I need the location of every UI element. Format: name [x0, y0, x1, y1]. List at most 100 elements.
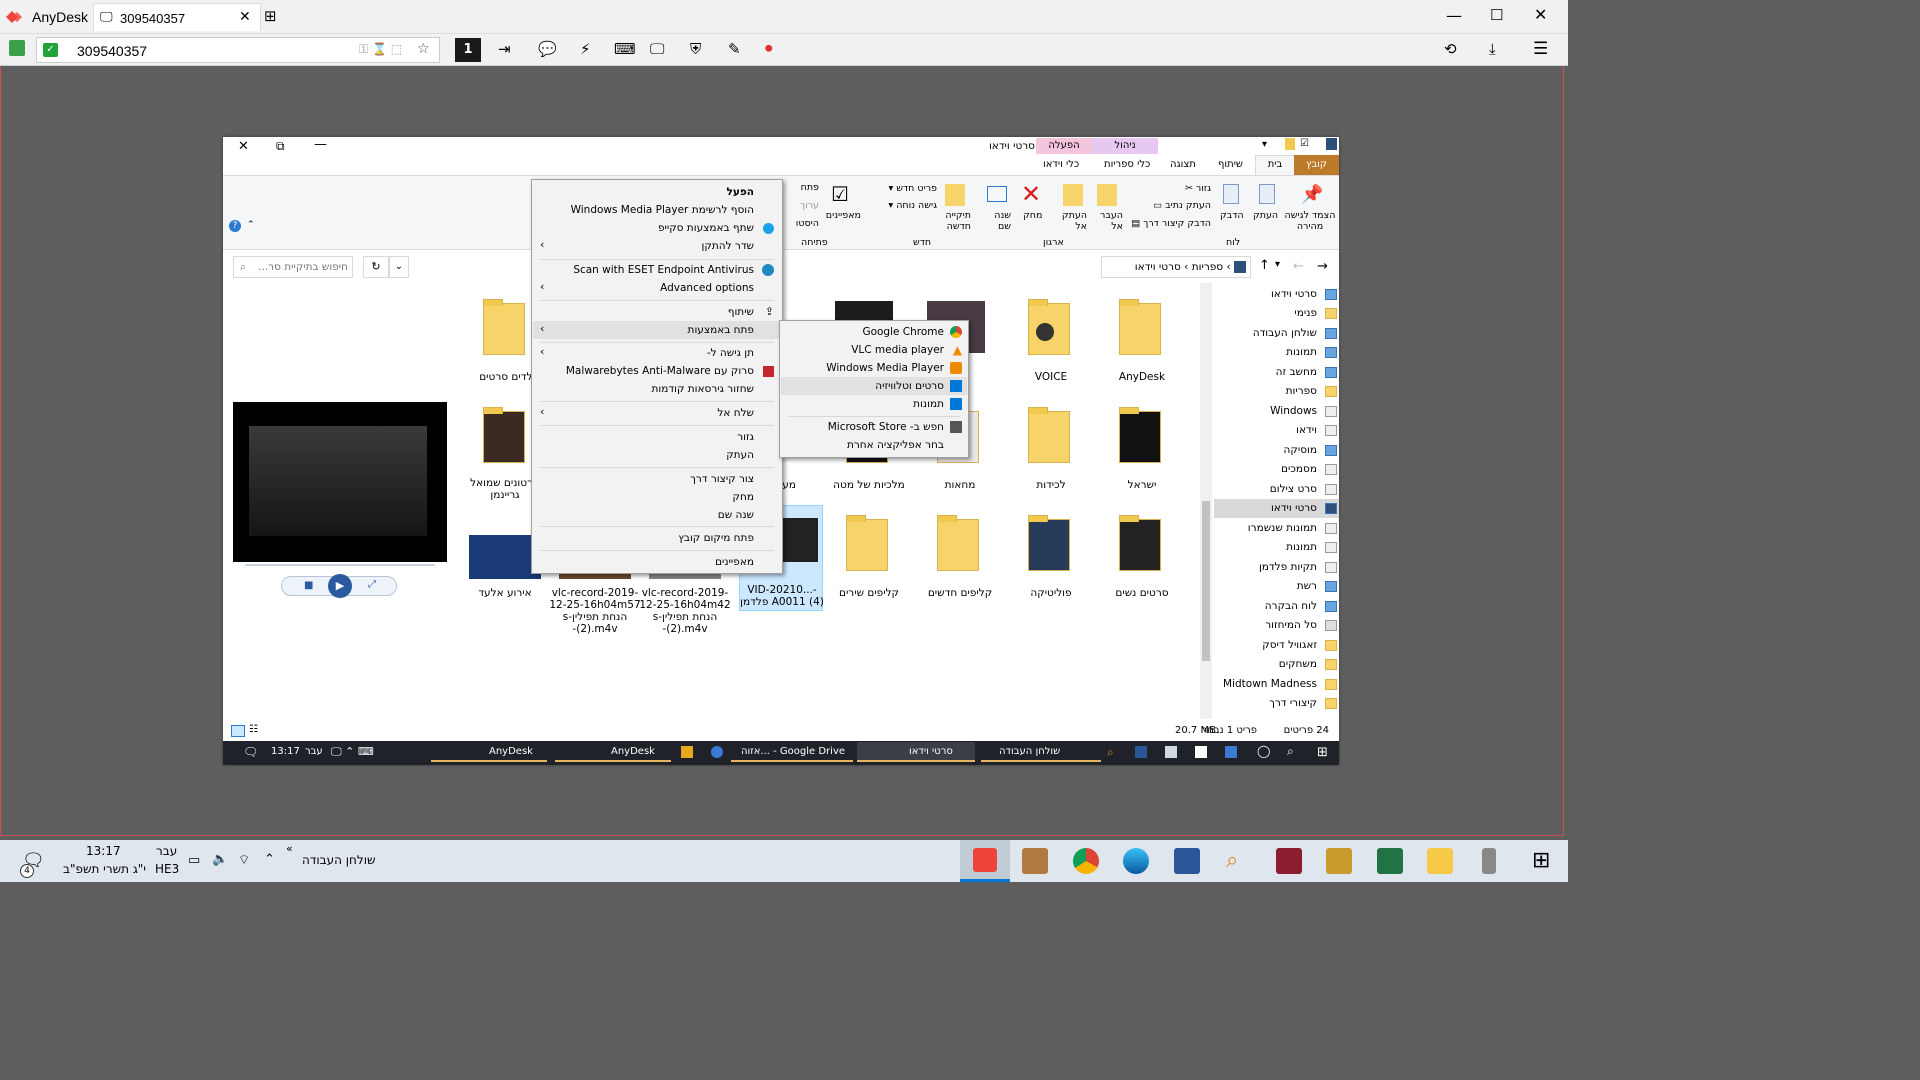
menu-open-file-location[interactable]: פתח מיקום קובץ [678, 529, 754, 547]
recent-icon[interactable]: ▾ [1275, 259, 1280, 270]
show-hidden-icons[interactable]: ⌃ [264, 852, 275, 867]
input-layout[interactable]: HE3 [155, 862, 179, 876]
excel-icon[interactable] [1377, 848, 1403, 874]
nav-item[interactable]: סרט צילום [1214, 480, 1339, 499]
mic-app-icon[interactable] [1482, 848, 1496, 874]
copy-icon[interactable] [1259, 184, 1275, 204]
transfer-icon[interactable]: ⇥ [498, 40, 511, 58]
whiteboard-icon[interactable]: ✎ [728, 40, 741, 58]
properties-icon[interactable]: ☑ [831, 182, 849, 206]
open-with-wmp[interactable]: Windows Media Player [826, 359, 944, 377]
rename-button[interactable]: שנה שם [983, 210, 1011, 232]
seek-bar[interactable] [245, 564, 435, 566]
new-tab-icon[interactable]: ⊞ [264, 7, 277, 25]
maximize-icon[interactable]: ☐ [1490, 6, 1503, 24]
minimize-icon[interactable]: — [314, 137, 327, 152]
nav-item[interactable]: תקיות פלדמן [1214, 558, 1339, 577]
delete-icon[interactable]: ✕ [1021, 180, 1041, 208]
open-with-choose-app[interactable]: בחר אפליקציה אחרת [847, 436, 944, 454]
details-view-icon[interactable] [231, 725, 245, 737]
qat-folder-icon[interactable] [1285, 138, 1295, 150]
open-with-movies-tv[interactable]: סרטים וטלוויזיה [875, 377, 944, 395]
tab-share[interactable]: שיתוף [1218, 159, 1243, 170]
menu-cast-device[interactable]: שדר להתקן [702, 237, 754, 255]
tray-icons[interactable]: 🖵 ⌃ ⌨ [331, 745, 374, 759]
search-icon[interactable]: ⌕ [1287, 744, 1294, 759]
menu-properties[interactable]: מאפיינים [715, 553, 754, 571]
menu-add-wmp-list[interactable]: הוסף לרשימת Windows Media Player [571, 201, 754, 219]
menu-give-access[interactable]: תן גישה ל- [707, 344, 754, 362]
pin-quick-access-button[interactable]: הצמד לגישה מהירה [1281, 210, 1339, 232]
menu-cut[interactable]: גזור [737, 428, 754, 446]
search-input[interactable]: חיפוש בתיקיית סר... ⌕ [233, 256, 353, 278]
cortana-icon[interactable]: ◯ [1257, 744, 1270, 758]
nav-item[interactable]: קיצורי דרך [1214, 694, 1339, 713]
copy-path-button[interactable]: העתק נתיב ▭ [1123, 200, 1211, 211]
actions-icon[interactable]: ⚡ [580, 40, 591, 58]
close-tab-icon[interactable]: ✕ [239, 9, 251, 25]
play-icon[interactable]: ▶ [328, 574, 352, 598]
easy-access-button[interactable]: גישה נוחה ▾ [871, 200, 937, 211]
open-with-photos[interactable]: תמונות [913, 395, 944, 413]
close-icon[interactable]: ✕ [238, 139, 249, 154]
player-icon[interactable] [681, 746, 693, 758]
copy-to-icon[interactable] [1063, 184, 1083, 206]
menu-create-shortcut[interactable]: צור קיצור דרך [690, 470, 754, 488]
new-item-button[interactable]: פריט חדש ▾ [871, 183, 937, 194]
breadcrumb-videos[interactable]: סרטי וידאו [1135, 261, 1181, 273]
restore-icon[interactable]: ⧉ [276, 139, 285, 154]
open-with-chrome[interactable]: Google Chrome [862, 323, 944, 341]
nav-item[interactable]: מסמכים [1214, 460, 1339, 479]
desktop-toolbar-label[interactable]: שולחן העבודה [302, 853, 375, 867]
input-lang[interactable]: עבר [156, 844, 177, 858]
qat-check-icon[interactable]: ☑ [1300, 138, 1309, 149]
open-with-store[interactable]: חפש ב- Microsoft Store [828, 418, 944, 436]
history-button[interactable]: היסטו [783, 218, 819, 229]
up-icon[interactable]: ↑ [1259, 258, 1270, 273]
menu-advanced-options[interactable]: Advanced options [660, 279, 754, 297]
address-dropdown[interactable]: ⌄ [389, 256, 409, 278]
nav-item[interactable]: תמונות [1214, 538, 1339, 557]
archive-app-icon[interactable] [1022, 848, 1048, 874]
taskbar-item-active[interactable]: סרטי וידאו [857, 742, 975, 762]
menu-open-with[interactable]: פתח באמצעות [688, 321, 754, 339]
start-icon[interactable]: ⊞ [1317, 745, 1328, 760]
chat-icon[interactable]: 💬 [538, 40, 557, 58]
qat-dropdown-icon[interactable]: ▾ [1262, 139, 1267, 150]
taskbar-anydesk[interactable] [960, 840, 1010, 882]
start-icon[interactable]: ⊞ [1532, 848, 1550, 873]
display-icon[interactable]: 🖵 [650, 40, 664, 58]
refresh-button[interactable]: ↻ [363, 256, 389, 278]
remote-lang[interactable]: עבר [305, 746, 323, 757]
tab-library-tools[interactable]: כלי ספריות [1104, 159, 1150, 170]
folder-song-clips[interactable] [834, 513, 904, 573]
history-icon[interactable]: ⟲ [1444, 40, 1457, 58]
remote-app-icon[interactable] [711, 746, 723, 758]
permissions-shield-icon[interactable]: ⛨ [690, 40, 701, 58]
properties-button[interactable]: מאפיינים [819, 210, 861, 221]
nav-item[interactable]: Midtown Madness [1214, 675, 1339, 694]
new-folder-icon[interactable] [945, 184, 965, 206]
menu-icon[interactable]: ☰ [1533, 39, 1548, 59]
word-icon[interactable] [1174, 848, 1200, 874]
address-value[interactable]: 309540357 [77, 43, 147, 59]
folder-anydesk[interactable] [1107, 297, 1177, 357]
taskbar-item[interactable]: AnyDesk [555, 742, 671, 762]
breadcrumb[interactable]: › ספריות › סרטי וידאו [1101, 256, 1251, 278]
open-button[interactable]: פתח [783, 182, 819, 193]
permissions-icon[interactable]: ⚿ ⌛ ⬚ [359, 42, 402, 57]
favorite-icon[interactable]: ☆ [417, 41, 430, 57]
app-icon[interactable] [1165, 746, 1177, 758]
pin-icon[interactable]: 📌 [1301, 184, 1323, 205]
menu-restore-versions[interactable]: שחזור גירסאות קודמות [651, 380, 754, 398]
menu-play[interactable]: הפעל [727, 183, 754, 201]
taskbar-item[interactable]: שולחן העבודה [981, 742, 1101, 762]
remote-clock[interactable]: 13:17 [271, 746, 300, 757]
edit-button[interactable]: ערוך [783, 200, 819, 211]
menu-send-to[interactable]: שלח אל [717, 404, 754, 422]
file-explorer-icon[interactable] [1427, 848, 1453, 874]
scroll-thumb[interactable] [1202, 501, 1210, 661]
battery-icon[interactable]: ▭ [188, 853, 200, 868]
nav-item[interactable]: סל המיחזור [1214, 616, 1339, 635]
toolbar-expand-icon[interactable]: « [286, 842, 293, 855]
